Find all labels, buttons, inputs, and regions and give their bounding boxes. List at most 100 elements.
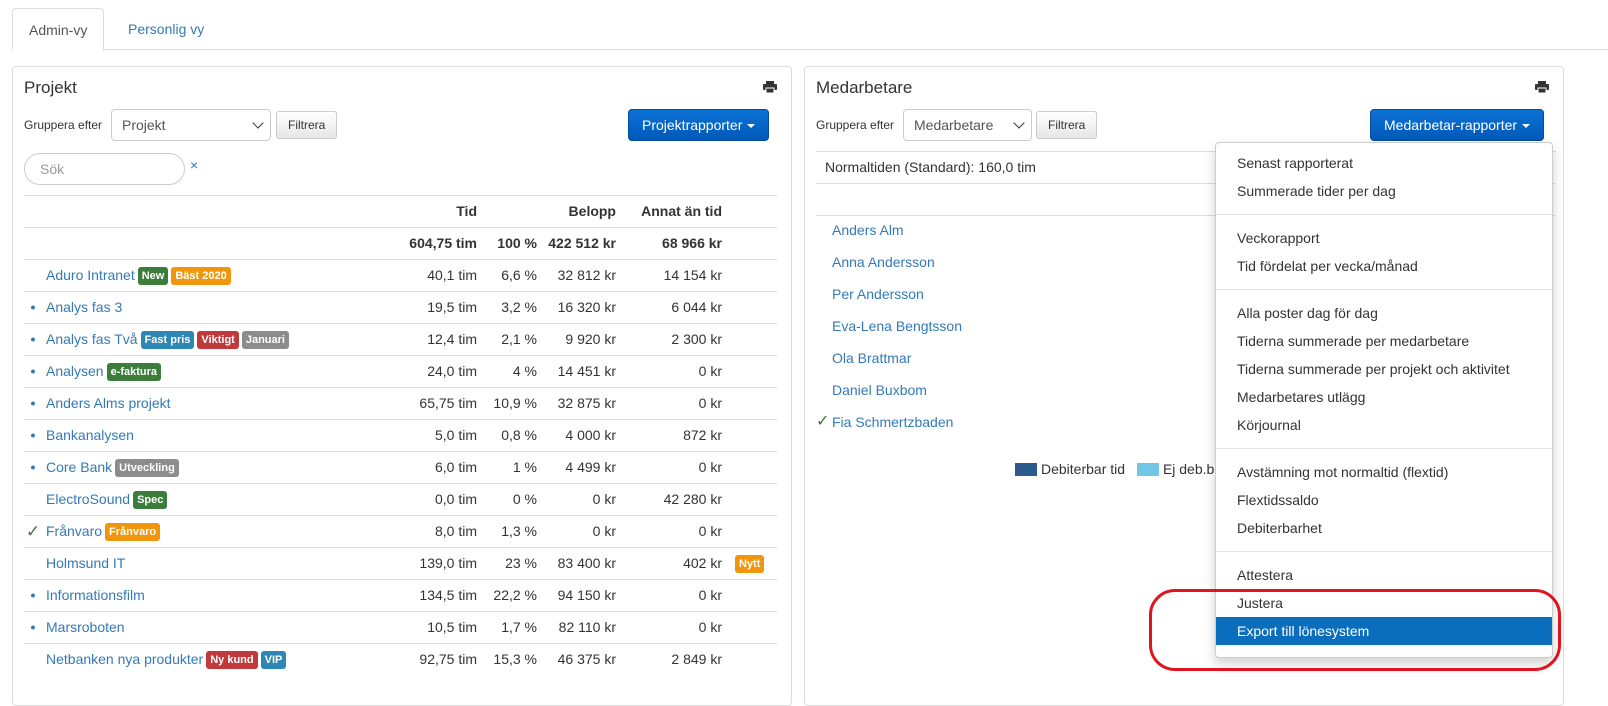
list-item: Eva-Lena Bengtsson (816, 310, 1216, 342)
menu-divider (1216, 448, 1552, 449)
medarbetare-link[interactable]: Ola Brattmar (832, 342, 911, 374)
checkmark-icon: ✓ (816, 413, 830, 430)
header-annat: Annat än tid (641, 203, 722, 219)
cell-tid: 92,75 tim (419, 651, 477, 667)
project-label-badge: Frånvaro (105, 523, 161, 541)
projekt-panel: Projekt Gruppera efter Projekt Filtrera … (12, 66, 792, 706)
table-row: Holmsund IT 139,0 tim 23 % 83 400 kr 402 kr N… (24, 547, 777, 579)
table-row: • Analysen e-faktura 24,0 tim 4 % 14 451 kr 0 … (24, 355, 777, 387)
medarbetare-link[interactable]: Anna Andersson (832, 246, 935, 278)
menu-item[interactable]: Medarbetares utlägg (1216, 383, 1552, 411)
project-link[interactable]: Core Bank (46, 459, 112, 475)
cell-belopp: 16 320 kr (557, 299, 616, 315)
total-pct: 100 % (497, 235, 537, 251)
caret-down-icon (747, 124, 756, 129)
menu-item[interactable]: Tiderna summerade per medarbetare (1216, 327, 1552, 355)
cell-belopp: 82 110 kr (558, 619, 616, 635)
projektrapporter-button[interactable]: Projektrapporter (628, 109, 770, 141)
cell-belopp: 0 kr (592, 523, 616, 539)
project-link[interactable]: Frånvaro (46, 523, 102, 539)
legend-swatch-ej-deb (1136, 463, 1159, 476)
cell-belopp: 94 150 kr (557, 587, 616, 603)
group-by-select-value: Projekt (122, 117, 166, 133)
medarbetar-rapporter-button[interactable]: Medarbetar-rapporter (1370, 109, 1545, 141)
total-tid: 604,75 tim (409, 235, 477, 251)
project-link[interactable]: Analys fas Två (46, 331, 138, 347)
medarbetare-link[interactable]: Anders Alm (832, 214, 904, 246)
cell-tid: 19,5 tim (427, 299, 477, 315)
header-tid: Tid (456, 203, 477, 219)
table-row: Netbanken nya produkter Ny kund VIP 92,75 t… (24, 643, 777, 675)
project-link[interactable]: Aduro Intranet (46, 267, 135, 283)
cell-tid: 10,5 tim (427, 619, 477, 635)
project-link[interactable]: Analysen (46, 363, 104, 379)
menu-item[interactable]: Veckorapport (1216, 224, 1552, 252)
project-name-cell: Analys fas 3 (46, 292, 122, 323)
bullet-icon: • (30, 299, 36, 315)
projekt-panel-title: Projekt (24, 78, 77, 97)
filter-button[interactable]: Filtrera (276, 111, 338, 139)
menu-item[interactable]: Summerade tider per dag (1216, 177, 1552, 205)
checkmark-icon: ✓ (25, 522, 41, 541)
project-link[interactable]: Netbanken nya produkter (46, 651, 203, 667)
cell-belopp: 46 375 kr (557, 651, 616, 667)
menu-item[interactable]: Flextidssaldo (1216, 486, 1552, 514)
print-icon[interactable] (1535, 81, 1549, 93)
project-link[interactable]: Anders Alms projekt (46, 395, 171, 411)
cell-pct: 10,9 % (493, 395, 537, 411)
menu-item[interactable]: Tiderna summerade per projekt och aktivi… (1216, 355, 1552, 383)
print-icon[interactable] (763, 81, 777, 93)
header-belopp: Belopp (568, 203, 616, 219)
menu-item[interactable]: Tid fördelat per vecka/månad (1216, 252, 1552, 280)
cell-annat: 0 kr (698, 523, 722, 539)
table-row: ElectroSound Spec 0,0 tim 0 % 0 kr 42 280 kr (24, 483, 777, 515)
cell-annat: 0 kr (698, 587, 722, 603)
cell-annat: 42 280 kr (663, 491, 722, 507)
menu-item[interactable]: Alla poster dag för dag (1216, 299, 1552, 327)
cell-pct: 22,2 % (493, 587, 537, 603)
project-name-cell: Aduro Intranet New Bäst 2020 (46, 260, 231, 291)
cell-tid: 40,1 tim (427, 267, 477, 283)
group-by-select[interactable]: Medarbetare (903, 109, 1032, 141)
legend-swatch-debiterbar (1015, 463, 1037, 476)
project-link[interactable]: ElectroSound (46, 491, 130, 507)
cell-pct: 0,8 % (501, 427, 537, 443)
medarbetare-panel-title: Medarbetare (816, 78, 913, 97)
cell-annat: 402 kr (683, 555, 722, 571)
medarbetar-rapporter-label: Medarbetar-rapporter (1384, 117, 1518, 133)
cell-tid: 24,0 tim (427, 363, 477, 379)
cell-tid: 65,75 tim (419, 395, 477, 411)
highlight-annotation (1149, 589, 1561, 671)
medarbetare-link[interactable]: Eva-Lena Bengtsson (832, 310, 962, 342)
project-link[interactable]: Marsroboten (46, 619, 125, 635)
caret-down-icon (1522, 124, 1531, 129)
clear-search-icon[interactable]: × (190, 157, 198, 173)
cell-belopp: 14 451 kr (557, 363, 616, 379)
project-link[interactable]: Analys fas 3 (46, 299, 122, 315)
project-link[interactable]: Informationsfilm (46, 587, 145, 603)
cell-pct: 1,3 % (501, 523, 537, 539)
search-input[interactable]: Sök (24, 153, 185, 185)
bullet-icon (24, 484, 42, 515)
tab-personlig-vy[interactable]: Personlig vy (112, 8, 220, 51)
project-link[interactable]: Bankanalysen (46, 427, 134, 443)
filter-button[interactable]: Filtrera (1036, 111, 1098, 139)
cell-tid: 12,4 tim (427, 331, 477, 347)
menu-item[interactable]: Senast rapporterat (1216, 149, 1552, 177)
cell-belopp: 9 920 kr (565, 331, 616, 347)
menu-item[interactable]: Debiterbarhet (1216, 514, 1552, 542)
medarbetare-link[interactable]: Fia Schmertzbaden (832, 406, 953, 438)
medarbetare-link[interactable]: Per Andersson (832, 278, 924, 310)
project-name-cell: Informationsfilm (46, 580, 145, 611)
medarbetare-link[interactable]: Daniel Buxbom (832, 374, 927, 406)
menu-item[interactable]: Körjournal (1216, 411, 1552, 439)
project-link[interactable]: Holmsund IT (46, 555, 125, 571)
chevron-down-icon (1013, 117, 1025, 129)
menu-item[interactable]: Attestera (1216, 561, 1552, 589)
group-by-select[interactable]: Projekt (111, 109, 271, 141)
table-row: • Anders Alms projekt 65,75 tim 10,9 % 32 87… (24, 387, 777, 419)
cell-pct: 3,2 % (501, 299, 537, 315)
tab-admin-vy[interactable]: Admin-vy (12, 8, 105, 51)
chart-legend: Debiterbar tid Ej deb.b (1015, 461, 1214, 477)
menu-item[interactable]: Avstämning mot normaltid (flextid) (1216, 458, 1552, 486)
